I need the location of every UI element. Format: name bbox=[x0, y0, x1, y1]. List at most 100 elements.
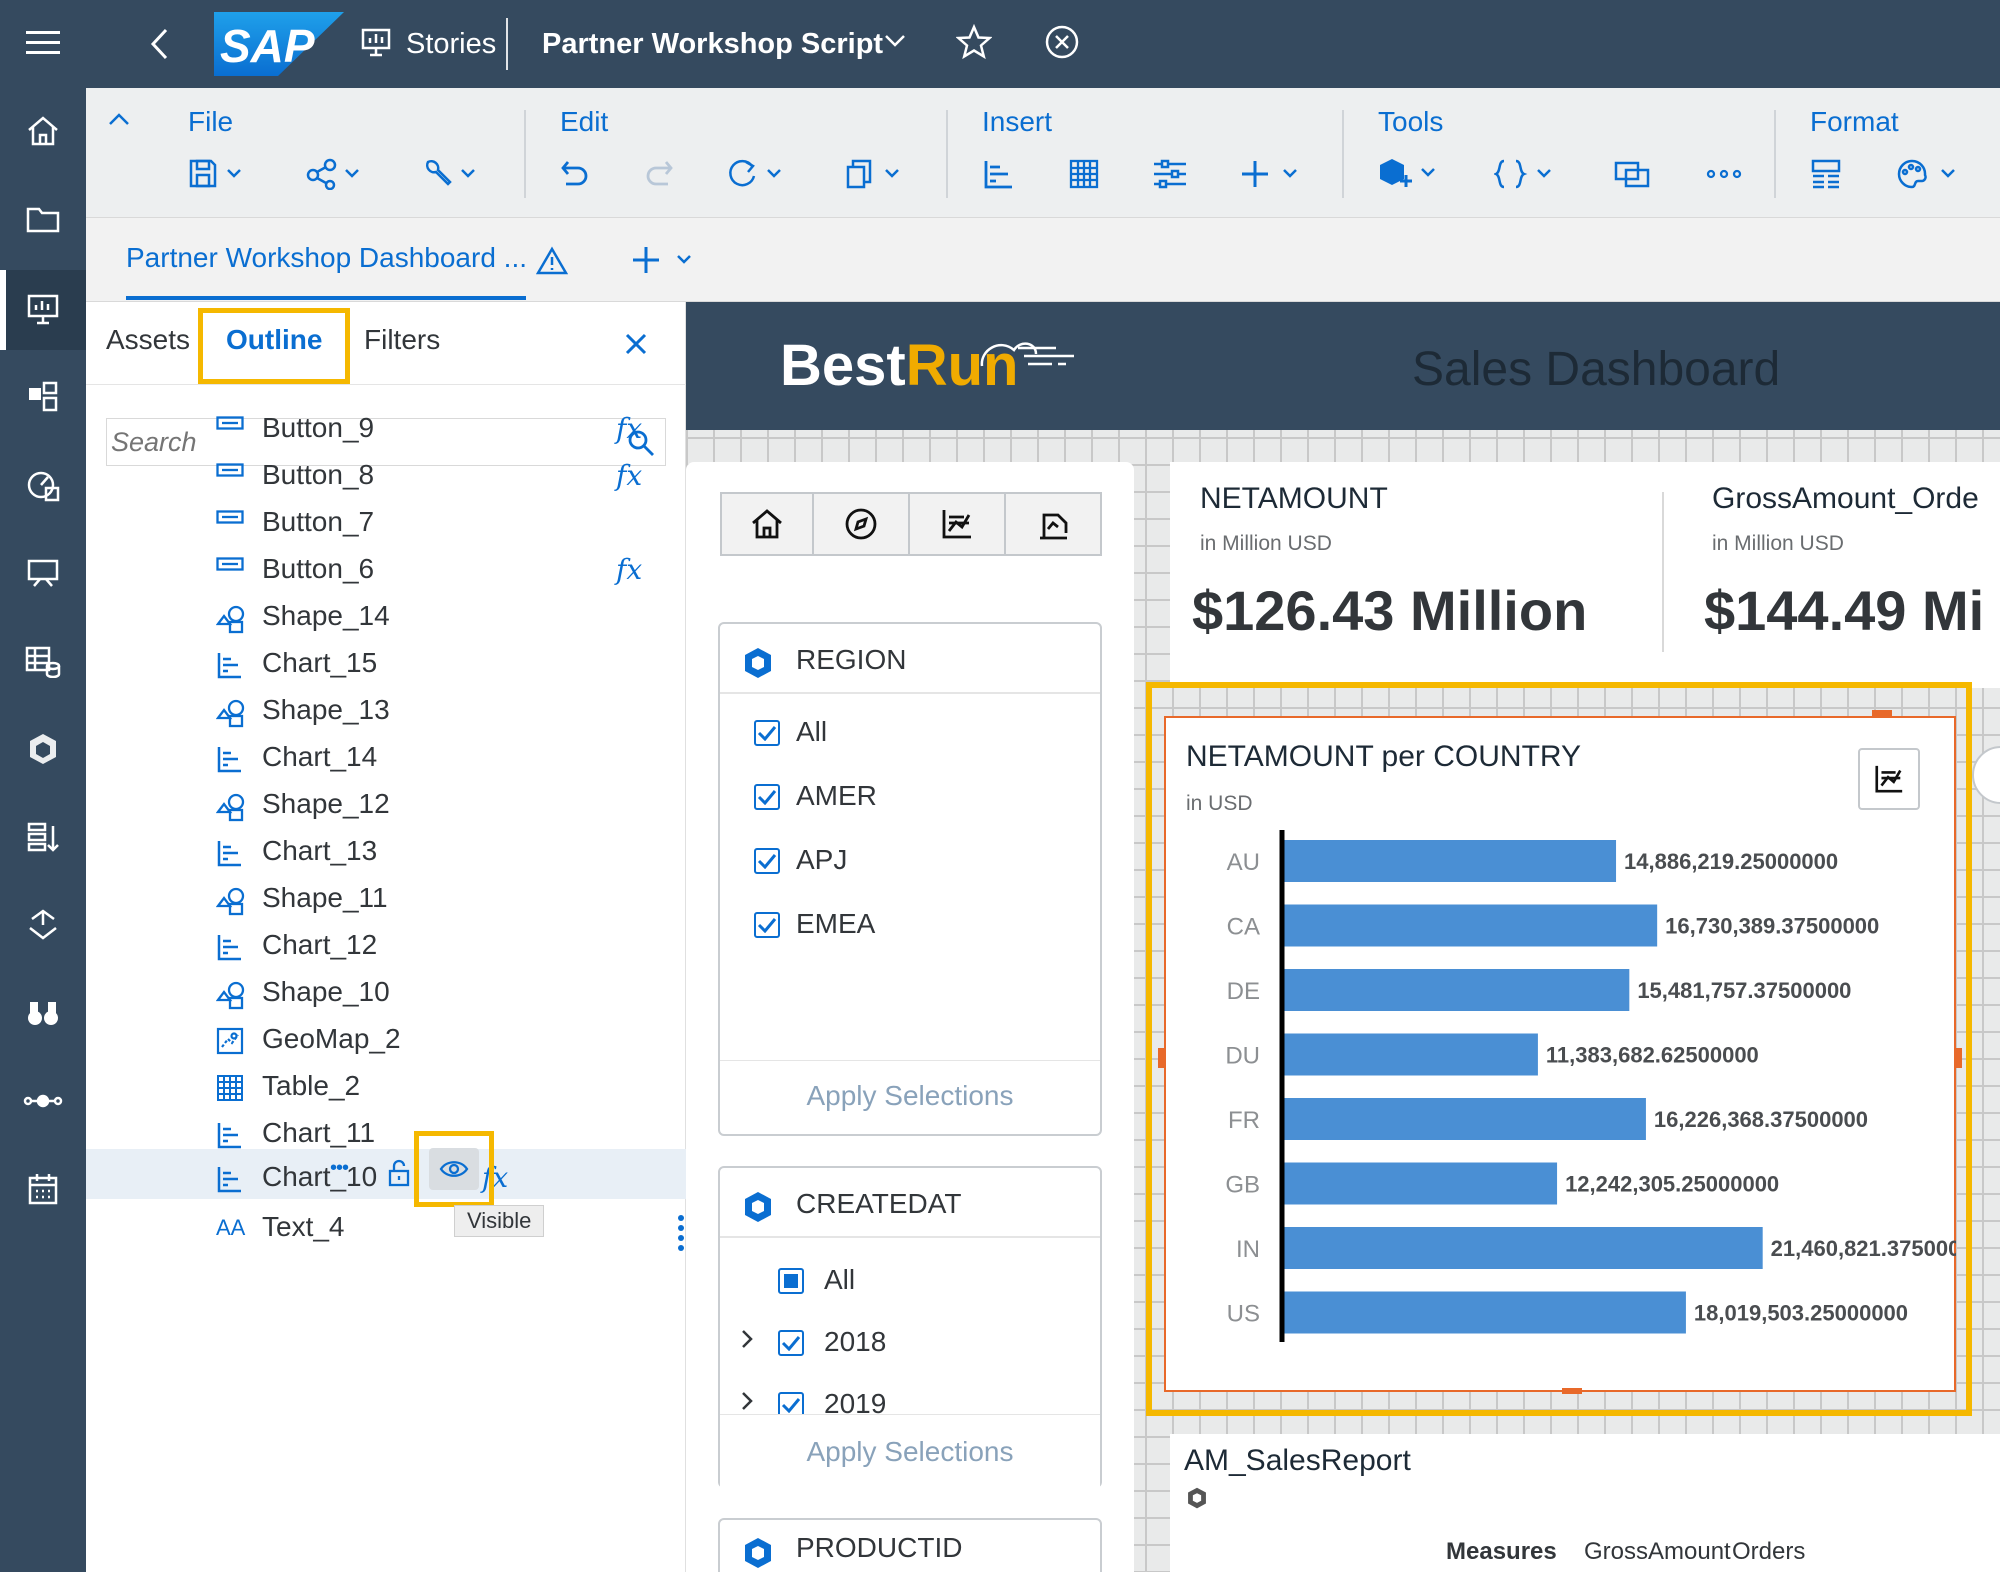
createdat-all-checkbox[interactable] bbox=[778, 1268, 804, 1294]
script-fx-icon[interactable]: fx bbox=[616, 553, 642, 586]
share-icon[interactable] bbox=[306, 152, 368, 196]
more-options-icon[interactable] bbox=[1706, 152, 1742, 196]
chart-widget[interactable]: NETAMOUNT per COUNTRY in USD AU 14,886,21… bbox=[1158, 710, 1962, 1394]
insert-table-icon[interactable] bbox=[1068, 152, 1100, 196]
close-story-icon[interactable] bbox=[1044, 24, 1080, 60]
region-emea-checkbox[interactable] bbox=[754, 912, 780, 938]
outline-item-label: Chart_12 bbox=[262, 929, 378, 960]
createdat-2018-label: 2018 bbox=[824, 1326, 887, 1357]
geomap-icon bbox=[216, 1027, 244, 1055]
insert-chart-icon[interactable] bbox=[982, 152, 1014, 196]
undo-icon[interactable] bbox=[560, 152, 592, 196]
bar-us[interactable] bbox=[1284, 1291, 1686, 1334]
productid-filter: PRODUCTID bbox=[718, 1518, 1102, 1572]
region-apply-button[interactable]: Apply Selections bbox=[720, 1080, 1100, 1112]
chart-icon bbox=[216, 1165, 242, 1193]
home-icon bbox=[752, 509, 782, 539]
bar-de[interactable] bbox=[1284, 969, 1630, 1011]
refresh-icon[interactable] bbox=[726, 152, 790, 196]
model-cube-icon bbox=[742, 646, 774, 680]
modeler-icon[interactable] bbox=[18, 372, 68, 422]
copy-icon[interactable] bbox=[844, 152, 908, 196]
filter-divider bbox=[720, 1060, 1100, 1061]
script-fx-icon[interactable]: fx bbox=[616, 459, 642, 492]
chart-button[interactable] bbox=[910, 492, 1006, 556]
bar-ca[interactable] bbox=[1284, 904, 1658, 947]
shape-icon bbox=[216, 980, 246, 1010]
compass-button[interactable] bbox=[814, 492, 910, 556]
palette-icon[interactable] bbox=[1896, 152, 1966, 196]
resize-handle[interactable] bbox=[1562, 1388, 1582, 1394]
chevron-down-icon[interactable] bbox=[884, 34, 906, 48]
tab-assets[interactable]: Assets bbox=[106, 324, 190, 356]
more-options-icon[interactable]: ••• bbox=[330, 1157, 349, 1180]
createdat-2018-checkbox[interactable] bbox=[778, 1330, 804, 1356]
collapse-toolbar-icon[interactable] bbox=[108, 112, 130, 126]
resize-handle[interactable] bbox=[1956, 1048, 1962, 1068]
folder-icon[interactable] bbox=[18, 194, 68, 244]
outline-item-text_4[interactable]: AA Text_4 bbox=[86, 1199, 686, 1259]
script-fx-icon[interactable]: fx bbox=[616, 412, 642, 445]
model-cube-icon[interactable] bbox=[18, 724, 68, 774]
back-icon[interactable] bbox=[148, 26, 170, 62]
expand-2019-icon[interactable] bbox=[740, 1390, 754, 1412]
sort-list-icon[interactable] bbox=[18, 812, 68, 862]
stories-icon[interactable] bbox=[18, 284, 68, 334]
unlock-icon[interactable] bbox=[388, 1159, 410, 1187]
script-braces-icon[interactable] bbox=[1494, 152, 1560, 196]
calendar-icon[interactable] bbox=[18, 1164, 68, 1214]
expand-2018-icon[interactable] bbox=[740, 1328, 754, 1350]
chart-subtitle: in USD bbox=[1186, 792, 1253, 815]
analytics-icon[interactable] bbox=[18, 460, 68, 510]
menu-icon[interactable] bbox=[18, 18, 68, 68]
home-icon[interactable] bbox=[18, 106, 68, 156]
category-label: FR bbox=[1228, 1107, 1260, 1134]
side-handle[interactable] bbox=[1972, 746, 2000, 804]
connections-icon[interactable] bbox=[18, 900, 68, 950]
insert-filter-icon[interactable] bbox=[1152, 152, 1188, 196]
bar-in[interactable] bbox=[1284, 1227, 1763, 1269]
region-amer-checkbox[interactable] bbox=[754, 784, 780, 810]
save-icon[interactable] bbox=[188, 152, 250, 196]
chart-options-button[interactable] bbox=[1858, 748, 1920, 810]
region-all-checkbox[interactable] bbox=[754, 720, 780, 746]
resize-handle[interactable] bbox=[1158, 1048, 1164, 1068]
redo-icon[interactable] bbox=[642, 152, 674, 196]
visibility-eye-icon[interactable] bbox=[429, 1148, 479, 1190]
home-button[interactable] bbox=[720, 492, 814, 556]
model-add-icon[interactable] bbox=[1378, 152, 1444, 196]
resize-handle[interactable] bbox=[1872, 710, 1892, 716]
story-title[interactable]: Partner Workshop Script bbox=[542, 24, 883, 64]
bar-au[interactable] bbox=[1284, 840, 1617, 882]
presentation-icon[interactable] bbox=[18, 548, 68, 598]
chart-icon bbox=[216, 651, 242, 679]
region-apj-checkbox[interactable] bbox=[754, 848, 780, 874]
flow-icon[interactable] bbox=[18, 1076, 68, 1126]
bar-fr[interactable] bbox=[1284, 1098, 1646, 1140]
layout-icon[interactable] bbox=[1810, 152, 1842, 196]
bar-du[interactable] bbox=[1284, 1033, 1538, 1076]
outline-item-label: Shape_11 bbox=[262, 882, 388, 913]
analysis-icon bbox=[1040, 513, 1068, 540]
binoculars-icon[interactable] bbox=[18, 988, 68, 1038]
sap-logo-text: SAP bbox=[220, 20, 315, 72]
chart-icon bbox=[216, 1121, 242, 1149]
line-chart-icon bbox=[942, 510, 971, 539]
add-icon[interactable] bbox=[1240, 152, 1306, 196]
close-panel-icon[interactable] bbox=[624, 332, 648, 356]
add-page-icon[interactable] bbox=[630, 244, 700, 276]
data-icon[interactable] bbox=[18, 636, 68, 686]
wrench-icon[interactable] bbox=[422, 152, 484, 196]
visibility-highlight bbox=[414, 1131, 494, 1207]
createdat-apply-button[interactable]: Apply Selections bbox=[720, 1436, 1100, 1468]
analysis-button[interactable] bbox=[1006, 492, 1102, 556]
group-elements-icon[interactable] bbox=[1614, 152, 1650, 196]
tab-filters[interactable]: Filters bbox=[364, 324, 440, 356]
stories-breadcrumb[interactable]: Stories bbox=[406, 24, 496, 64]
bar-gb[interactable] bbox=[1284, 1162, 1558, 1205]
shape-icon bbox=[216, 698, 246, 728]
outline-item-chart_10[interactable]: Chart_10 fx ••• Visible bbox=[86, 1131, 686, 1237]
outline-item-label: Shape_12 bbox=[262, 788, 390, 819]
resize-handle-icon[interactable] bbox=[678, 1214, 684, 1254]
favorite-star-icon[interactable] bbox=[956, 24, 992, 60]
